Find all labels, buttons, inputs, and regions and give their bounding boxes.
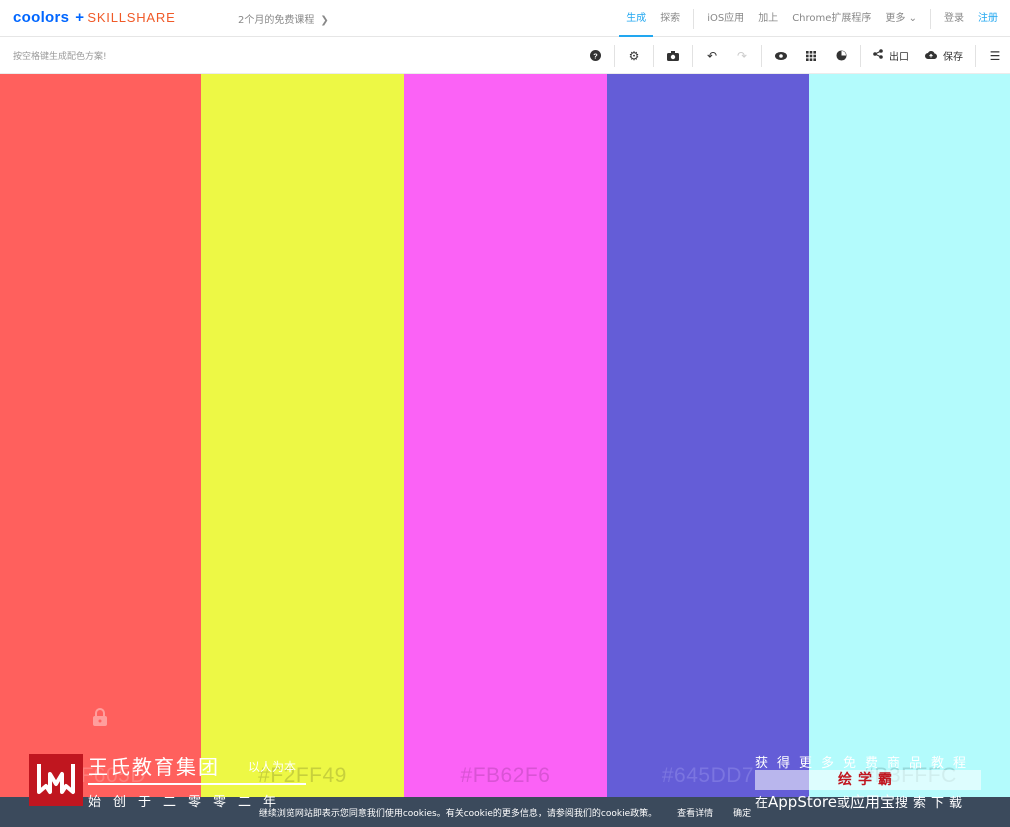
divider — [761, 44, 762, 67]
share-icon — [873, 49, 883, 62]
ad-or: 或 — [836, 796, 850, 811]
nav-addons[interactable]: 加上 — [751, 0, 785, 37]
logo[interactable]: coolors + SKILLSHARE — [13, 9, 176, 26]
export-label: 出口 — [889, 52, 909, 63]
nav-chrome-extension[interactable]: Chrome扩展程序 — [785, 0, 878, 37]
nav-explore[interactable]: 探索 — [653, 0, 687, 37]
color-swatch-1[interactable]: #FF605D — [0, 74, 201, 827]
toolbar-actions: ? ⚙ ↶ ↷ 出口 保存 ☰ — [580, 37, 1010, 74]
view-eye-icon[interactable] — [766, 37, 796, 74]
ad-brand: 绘学霸 — [755, 770, 981, 790]
nav-more[interactable]: 更多 ⌄ — [878, 0, 924, 37]
ad-suffix: 搜索下载 — [895, 796, 968, 811]
cookie-confirm-button[interactable]: 确定 — [733, 806, 751, 819]
coolors-logo[interactable]: coolors — [13, 9, 69, 26]
divider — [860, 44, 861, 67]
toolbar: 按空格键生成配色方案! ? ⚙ ↶ ↷ 出口 保存 ☰ — [0, 37, 1010, 74]
save-label: 保存 — [943, 52, 963, 63]
cookie-text: 继续浏览网站即表示您同意我们使用cookies。有关cookie的更多信息，请参… — [258, 808, 658, 819]
ad-prefix: 在 — [755, 796, 769, 811]
help-icon[interactable]: ? — [580, 37, 610, 74]
save-button[interactable]: 保存 — [917, 37, 971, 74]
watermark-motto: 以人为本 — [248, 760, 297, 774]
color-swatch-5[interactable]: #B3FFFC — [809, 74, 1010, 827]
plus-sign: + — [75, 9, 85, 26]
menu-hamburger-icon[interactable]: ☰ — [980, 37, 1010, 74]
ad-store-appstore: AppStore — [768, 793, 837, 811]
divider — [614, 44, 615, 67]
chevron-right-icon: ❯ — [320, 15, 329, 26]
nav-ios-app[interactable]: iOS应用 — [700, 0, 751, 37]
promo-link[interactable]: 2个月的免费课程 ❯ — [238, 11, 329, 26]
divider — [930, 8, 931, 29]
cookie-details-link[interactable]: 查看详情 — [677, 806, 713, 819]
watermark-divider — [88, 783, 306, 785]
lock-icon[interactable] — [92, 708, 108, 726]
nav-links: 生成 探索 iOS应用 加上 Chrome扩展程序 更多 ⌄ 登录 注册 — [619, 0, 1010, 37]
redo-icon[interactable]: ↷ — [727, 37, 757, 74]
divider — [692, 44, 693, 67]
color-palette: #FF605D #F2FF49 #FB62F6 #645DD7 #B3FFFC — [0, 74, 1010, 827]
svg-text:?: ? — [593, 51, 598, 60]
top-navigation: coolors + SKILLSHARE 2个月的免费课程 ❯ 生成 探索 iOS应用… — [0, 0, 1010, 37]
undo-icon[interactable]: ↶ — [697, 37, 727, 74]
color-swatch-3[interactable]: #FB62F6 — [404, 74, 607, 827]
ad-headline: 获得更多免费商品教程 — [755, 756, 976, 771]
nav-more-label: 更多 — [885, 13, 906, 24]
watermark-name: 王氏教育集团 — [88, 755, 220, 779]
color-swatch-4[interactable]: #645DD7 — [607, 74, 809, 827]
watermark-logo — [29, 754, 83, 806]
nav-signup[interactable]: 注册 — [971, 0, 1010, 37]
export-button[interactable]: 出口 — [865, 37, 917, 74]
nav-generate[interactable]: 生成 — [619, 0, 654, 37]
skillshare-logo[interactable]: SKILLSHARE — [87, 10, 175, 25]
watermark-year: 始创于二零零二年 — [88, 795, 289, 810]
color-hex-label[interactable]: #FB62F6 — [404, 764, 607, 788]
color-swatch-2[interactable]: #F2FF49 — [201, 74, 404, 827]
ad-store-yingyongbao: 应用宝 — [849, 793, 895, 811]
camera-icon[interactable] — [658, 37, 688, 74]
grid-icon[interactable] — [796, 37, 826, 74]
ad-download-text: 在AppStore或应用宝搜索下载 — [755, 791, 967, 812]
divider — [653, 44, 654, 67]
chevron-down-icon: ⌄ — [908, 13, 917, 24]
settings-gear-icon[interactable]: ⚙ — [619, 37, 649, 74]
divider — [693, 8, 695, 29]
adjust-palette-icon[interactable] — [826, 37, 856, 74]
space-hint: 按空格键生成配色方案! — [13, 52, 107, 62]
cloud-upload-icon — [925, 50, 938, 62]
divider — [975, 44, 976, 67]
nav-login[interactable]: 登录 — [937, 0, 971, 37]
promo-text: 2个月的免费课程 — [238, 15, 315, 26]
